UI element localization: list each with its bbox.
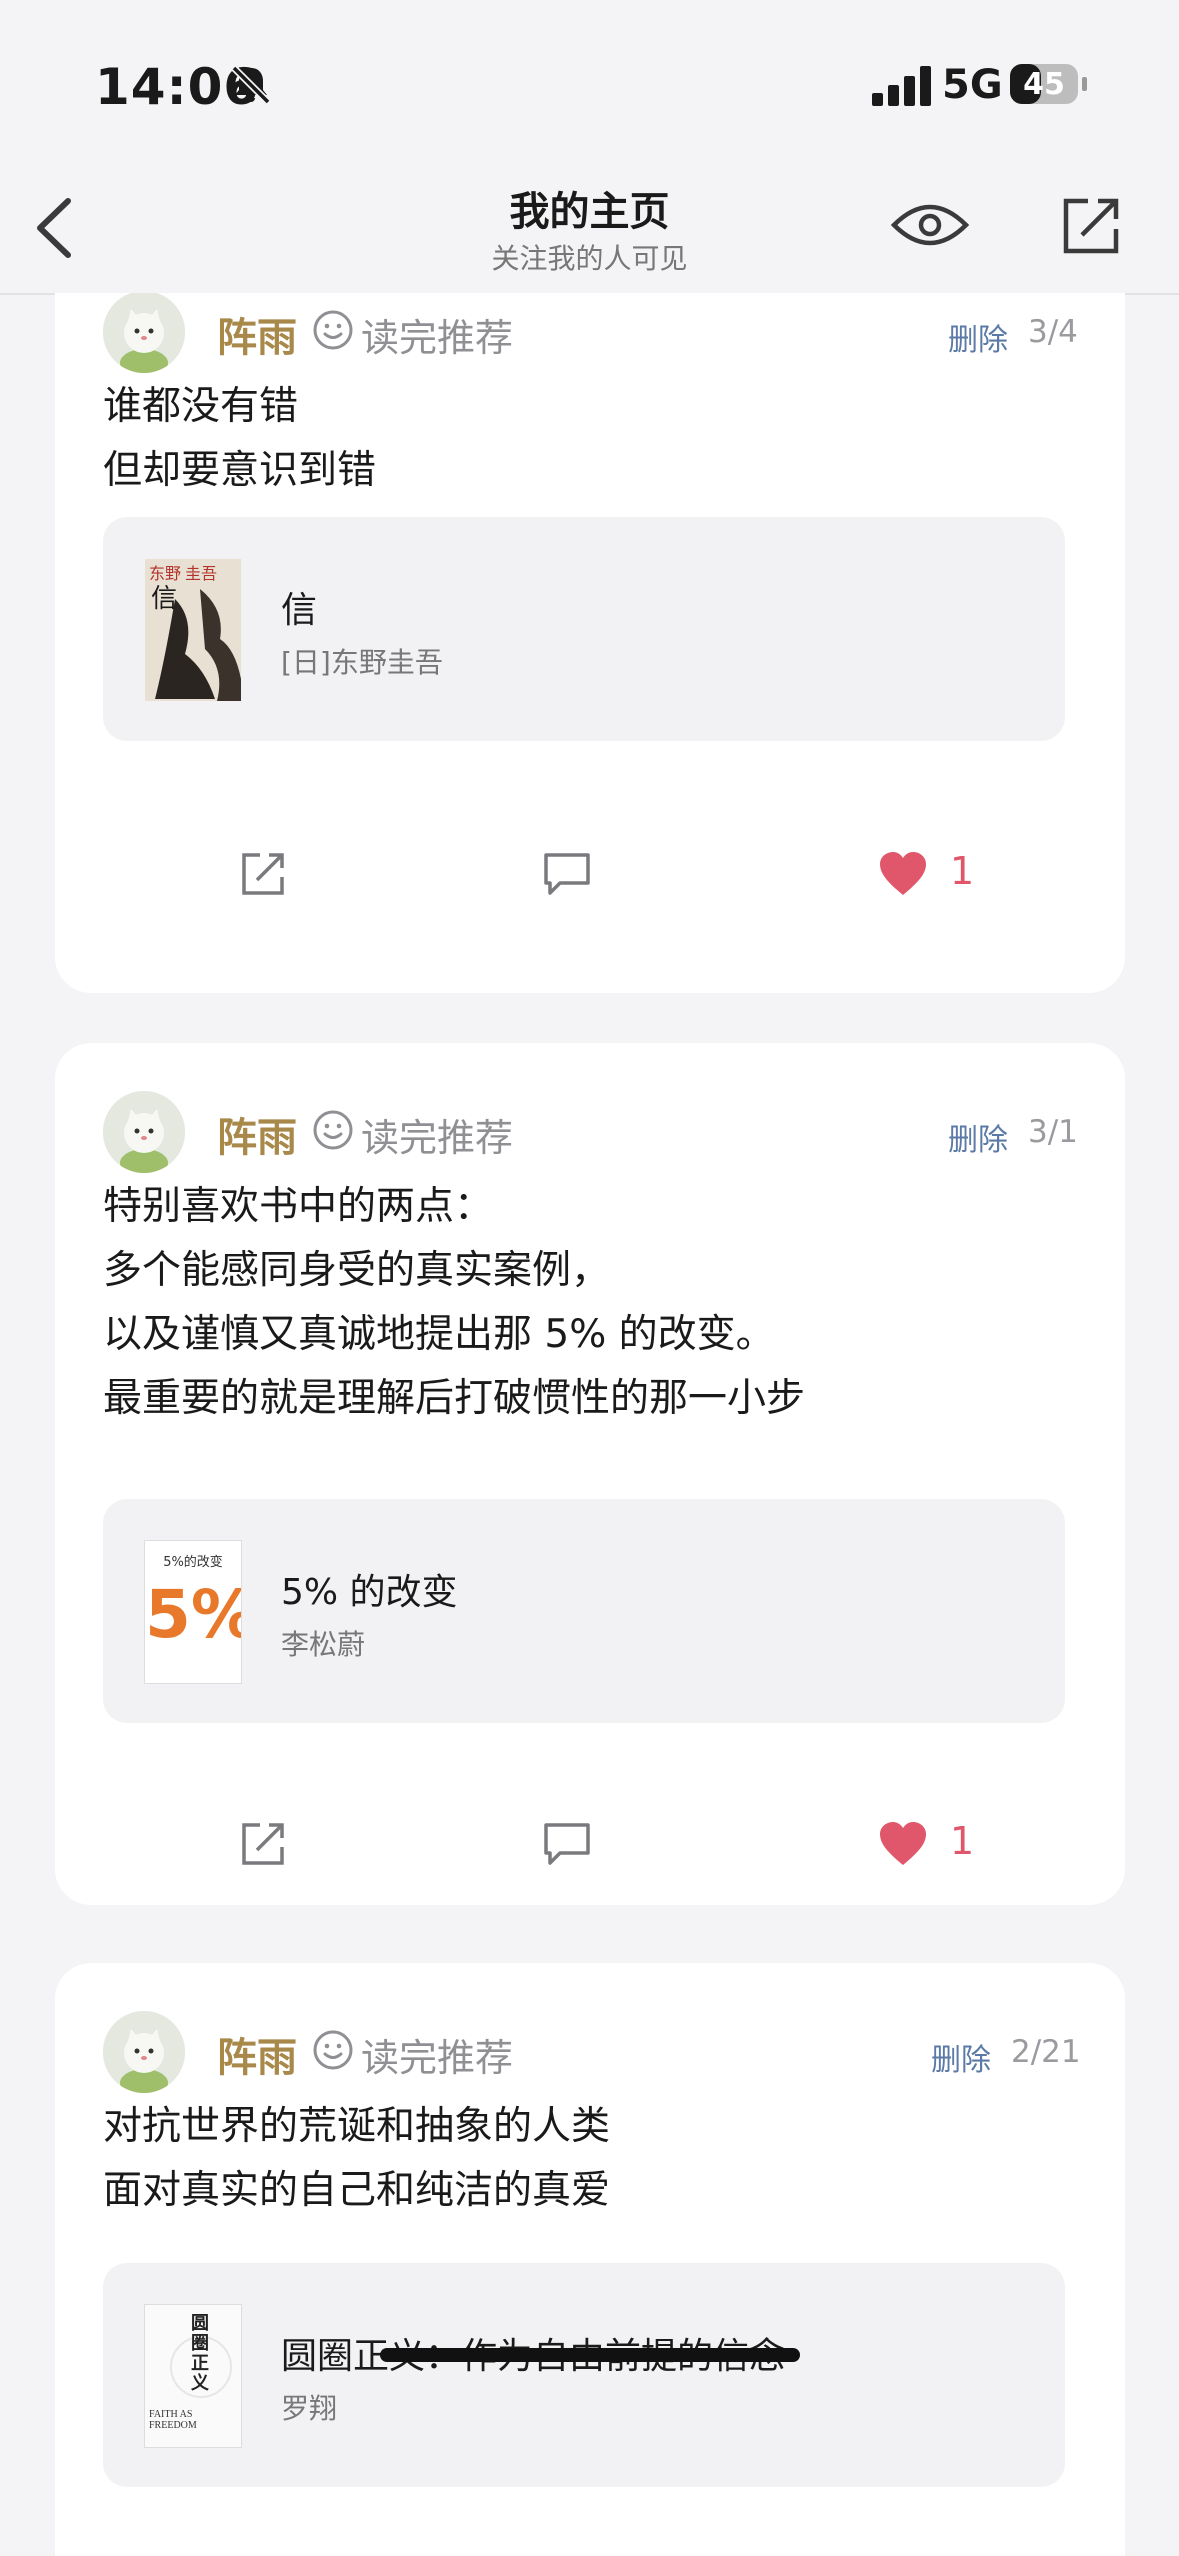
nav-bar: 我的主页 关注我的人可见	[0, 165, 1179, 295]
heart-icon[interactable]	[878, 851, 928, 897]
book-author: 罗翔	[281, 2392, 338, 2425]
post-line: 谁都没有错	[103, 384, 299, 429]
book-cover: 东野 圭吾 信	[145, 559, 241, 701]
share-post-icon[interactable]	[240, 1821, 286, 1867]
heart-icon[interactable]	[878, 1821, 928, 1867]
recommend-tag: 读完推荐	[361, 316, 514, 360]
share-icon[interactable]	[1060, 195, 1122, 257]
avatar[interactable]	[103, 2011, 185, 2093]
post-line: 但却要意识到错	[103, 448, 377, 493]
delete-button[interactable]: 删除	[948, 315, 1008, 359]
book-title: 5% 的改变	[281, 1572, 458, 1613]
smile-icon	[313, 2030, 353, 2070]
avatar[interactable]	[103, 293, 185, 373]
book-card[interactable]: 圆圈正义 FAITH AS FREEDOM 圆圈正义：作为自由前提的信念 罗翔	[103, 2263, 1065, 2487]
post-line: 以及谨慎又真诚地提出那 5% 的改变。	[103, 1312, 775, 1357]
smile-icon	[313, 1110, 353, 1150]
eye-icon[interactable]	[890, 195, 970, 255]
feed: 阵雨 读完推荐 删除 3/4 谁都没有错 但却要意识到错 东野 圭吾 信 信 […	[0, 293, 1179, 2556]
like-count: 1	[950, 849, 975, 893]
avatar[interactable]	[103, 1091, 185, 1173]
status-bar: 14:06 5G 45	[0, 0, 1179, 165]
cover-big-text: 5%	[145, 1576, 241, 1653]
post-content: 对抗世界的荒诞和抽象的人类 面对真实的自己和纯洁的真爱	[103, 2095, 1083, 2223]
smile-icon	[313, 310, 353, 350]
like-count: 1	[950, 1819, 975, 1863]
post-content: 谁都没有错 但却要意识到错	[103, 375, 1083, 503]
battery-body: 45	[1010, 64, 1078, 104]
post-line: 对抗世界的荒诞和抽象的人类	[103, 2104, 611, 2149]
post-date: 2/21	[1011, 2034, 1081, 2070]
svg-text:信: 信	[151, 584, 177, 613]
page-title: 我的主页	[509, 189, 670, 235]
share-post-icon[interactable]	[240, 851, 286, 897]
post-date: 3/1	[1028, 1114, 1078, 1150]
bell-muted-icon	[231, 65, 271, 105]
post-line: 最重要的就是理解后打破惯性的那一小步	[103, 1376, 806, 1421]
post-date: 3/4	[1028, 314, 1078, 350]
book-author: [日]东野圭吾	[281, 646, 443, 679]
post-line: 面对真实的自己和纯洁的真爱	[103, 2168, 611, 2213]
book-author: 李松蔚	[281, 1628, 366, 1661]
cover-text: 东野 圭吾	[149, 565, 217, 583]
book-card[interactable]: 东野 圭吾 信 信 [日]东野圭吾	[103, 517, 1065, 741]
delete-button[interactable]: 删除	[931, 2035, 991, 2079]
book-title: 信	[281, 590, 318, 631]
author-name[interactable]: 阵雨	[217, 1105, 297, 1163]
cover-title: 5%的改变	[163, 1555, 223, 1570]
page-subtitle: 关注我的人可见	[491, 242, 688, 275]
post-card: 阵雨 读完推荐 删除 2/21 对抗世界的荒诞和抽象的人类 面对真实的自己和纯洁…	[55, 1963, 1125, 2556]
comment-icon[interactable]	[542, 851, 592, 897]
comment-icon[interactable]	[542, 1821, 592, 1867]
delete-button[interactable]: 删除	[948, 1115, 1008, 1159]
cover-en-text: FAITH AS FREEDOM	[149, 2409, 197, 2431]
network-label: 5G	[942, 62, 1003, 108]
post-card: 阵雨 读完推荐 删除 3/1 特别喜欢书中的两点： 多个能感同身受的真实案例， …	[55, 1043, 1125, 1905]
book-cover: 圆圈正义 FAITH AS FREEDOM	[145, 2305, 241, 2447]
post-line: 多个能感同身受的真实案例，	[103, 1248, 611, 1293]
battery-tip	[1082, 77, 1087, 91]
post-card: 阵雨 读完推荐 删除 3/4 谁都没有错 但却要意识到错 东野 圭吾 信 信 […	[55, 293, 1125, 993]
author-name[interactable]: 阵雨	[217, 305, 297, 363]
battery-icon: 45	[1010, 64, 1087, 104]
home-indicator[interactable]	[380, 2348, 800, 2362]
post-line: 特别喜欢书中的两点：	[103, 1184, 494, 1229]
author-name[interactable]: 阵雨	[217, 2025, 297, 2083]
post-content: 特别喜欢书中的两点： 多个能感同身受的真实案例， 以及谨慎又真诚地提出那 5% …	[103, 1175, 1083, 1431]
book-cover: 5%的改变 5%	[145, 1541, 241, 1683]
book-card[interactable]: 5%的改变 5% 5% 的改变 李松蔚	[103, 1499, 1065, 1723]
battery-level: 45	[1023, 66, 1065, 102]
recommend-tag: 读完推荐	[361, 1116, 514, 1160]
cover-title: 圆圈正义	[191, 2313, 209, 2393]
signal-icon	[872, 66, 931, 106]
recommend-tag: 读完推荐	[361, 2036, 514, 2080]
